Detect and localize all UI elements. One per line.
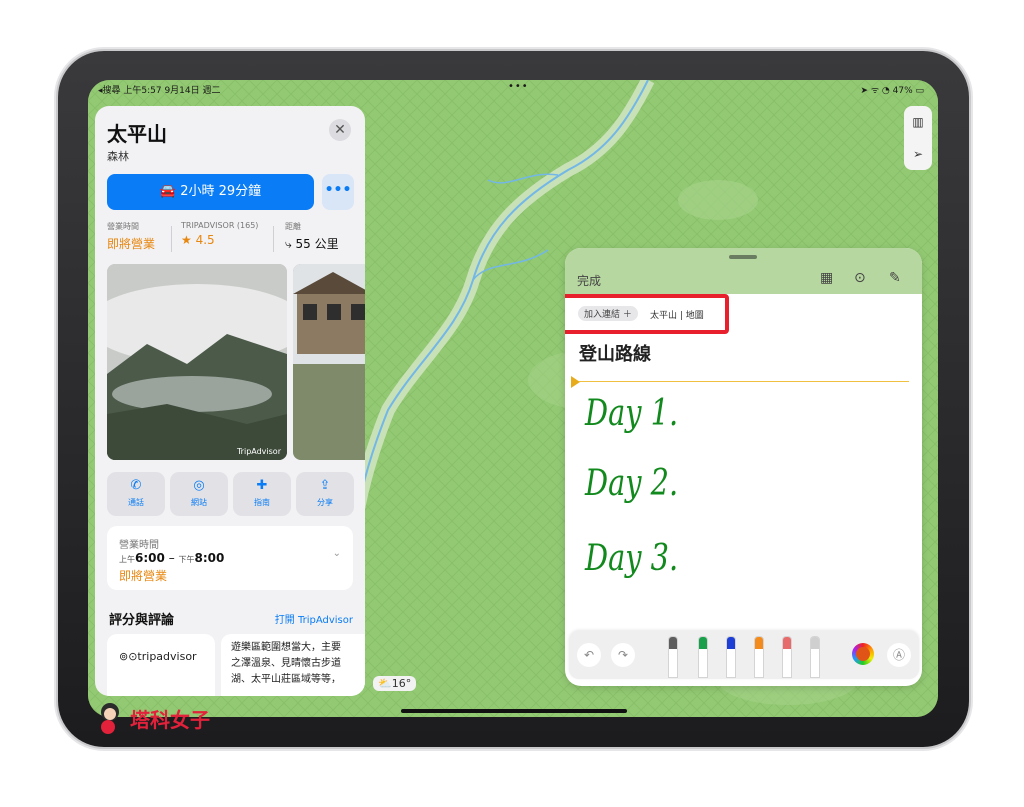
call-button[interactable]: ✆ 通話 [107, 472, 165, 516]
ruler-marker[interactable] [571, 376, 580, 388]
guide-button[interactable]: ✚ 指南 [233, 472, 291, 516]
route-icon: ⤷ [285, 237, 296, 251]
map-controls: ▥ ➢ [904, 106, 932, 170]
website-button[interactable]: ◎ 網站 [170, 472, 228, 516]
add-link-chip[interactable]: 加入連結 ＋ [578, 306, 638, 321]
reviews-title: 評分與評論 [109, 613, 175, 628]
review-card[interactable]: 遊樂區範圍想當大，主要 之澤溫泉、見晴懷古步道 湖、太平山莊區域等等， [221, 634, 365, 696]
review-line: 遊樂區範圍想當大，主要 [231, 642, 341, 653]
place-photo[interactable]: TripAdvisor [107, 264, 287, 460]
status-bar: ◂搜尋 上午5:57 9月14日 週二 ••• ➤ ᯤ ◔ 47% ▭ [88, 80, 938, 96]
done-button[interactable]: 完成 [577, 272, 601, 289]
guide-label: 指南 [254, 498, 270, 507]
info-tripadvisor[interactable]: TRIPADVISOR (165) ★ 4.5 [181, 221, 258, 247]
hours-title: 營業時間 [119, 540, 159, 551]
watermark-mascot-icon [101, 703, 119, 734]
status-right: ➤ ᯤ ◔ 47% ▭ [860, 86, 924, 96]
map-mode-icon[interactable]: ▥ [904, 106, 932, 138]
note-header: 完成 ▦ ⊙ ✎ [565, 248, 922, 294]
note-title[interactable]: 登山路線 [579, 340, 651, 366]
info-hours-value: 即將營業 [107, 237, 156, 251]
link-text[interactable]: 太平山 | 地圖 [650, 308, 704, 321]
close-button[interactable]: ✕ [329, 119, 351, 141]
info-hours-label: 營業時間 [107, 222, 139, 231]
place-photo-2[interactable] [293, 264, 365, 460]
drag-handle[interactable] [729, 255, 757, 259]
multitask-dots[interactable]: ••• [508, 81, 529, 92]
chevron-down-icon[interactable]: ⌄ [333, 548, 341, 559]
tripadvisor-card[interactable]: ⊚⊙tripadvisor [107, 634, 215, 696]
handwriting-line[interactable]: Day 3. [585, 538, 678, 579]
quick-note: 完成 ▦ ⊙ ✎ 加入連結 ＋ 太平山 | 地圖 登山路線 Day 1. Day… [565, 248, 922, 686]
place-subtitle: 森林 [107, 150, 129, 163]
share-button[interactable]: ⇪ 分享 [296, 472, 354, 516]
undo-icon[interactable]: ↶ [577, 643, 601, 667]
markup-palette: ↶ ↷ Ⓐ [569, 631, 919, 679]
review-line: 湖、太平山莊區域等等， [231, 674, 341, 685]
pencil-tool-2[interactable] [755, 637, 763, 677]
home-indicator[interactable] [401, 709, 627, 713]
place-card: 太平山 森林 ✕ 🚘 2小時 29分鐘 ••• 營業時間 即將營業 TRIPAD… [95, 106, 365, 696]
watermark-text: 塔科女子 [130, 708, 210, 732]
info-hours: 營業時間 即將營業 [107, 221, 155, 252]
divider [171, 226, 172, 252]
close-icon: ✕ [334, 122, 346, 138]
handwriting-line[interactable]: Day 2. [585, 463, 678, 504]
grid-icon[interactable]: ▦ [820, 270, 833, 286]
eraser-tool[interactable] [783, 637, 791, 677]
directions-button[interactable]: 🚘 2小時 29分鐘 [107, 174, 314, 210]
distance-label: 距離 [285, 222, 301, 231]
compose-icon[interactable]: ✎ [889, 270, 901, 286]
ruler-line [579, 381, 909, 382]
markup-icon[interactable]: Ⓐ [887, 643, 911, 667]
hours-times: 上午6:00 – 下午8:00 [119, 551, 225, 565]
color-picker[interactable] [852, 643, 874, 665]
call-label: 通話 [128, 498, 144, 507]
car-icon: 🚘 [159, 184, 181, 199]
status-left: ◂搜尋 上午5:57 9月14日 週二 [98, 86, 221, 96]
phone-icon: ✆ [130, 478, 142, 493]
info-distance: 距離 ⤷ 55 公里 [285, 221, 339, 252]
compass-icon: ◎ [193, 478, 205, 493]
website-label: 網站 [191, 498, 207, 507]
lasso-tool[interactable] [811, 637, 819, 677]
location-arrow-icon[interactable]: ➢ [904, 138, 932, 170]
redo-icon[interactable]: ↷ [611, 643, 635, 667]
divider [273, 226, 274, 252]
screen: ◂搜尋 上午5:57 9月14日 週二 ••• ➤ ᯤ ◔ 47% ▭ 太平山 … [88, 80, 938, 717]
pencil-tool[interactable] [669, 637, 677, 677]
hours-section[interactable]: 營業時間 上午6:00 – 下午8:00 即將營業 ⌄ [107, 526, 353, 590]
drive-time: 2小時 29分鐘 [180, 184, 262, 199]
photo-credit: TripAdvisor [236, 447, 281, 456]
weather-badge: ⛅16° [373, 676, 417, 691]
review-line: 之澤溫泉、見晴懷古步道 [231, 658, 341, 669]
share-icon: ⇪ [319, 478, 331, 493]
tripadvisor-rating: ★ 4.5 [181, 233, 215, 247]
share-label: 分享 [317, 498, 333, 507]
open-tripadvisor-link[interactable]: 打開 TripAdvisor [275, 611, 353, 626]
plus-icon: ✚ [256, 478, 268, 493]
distance-value: ⤷ 55 公里 [285, 237, 339, 251]
handwriting-line[interactable]: Day 1. [585, 393, 678, 434]
pen-tool[interactable] [699, 637, 707, 677]
hours-status: 即將營業 [119, 569, 168, 583]
tripadvisor-label: TRIPADVISOR (165) [181, 221, 259, 230]
more-button[interactable]: ••• [322, 174, 354, 210]
tripadvisor-logo: ⊚⊙tripadvisor [119, 650, 197, 663]
more-icon[interactable]: ⊙ [854, 270, 866, 286]
place-title: 太平山 [107, 122, 167, 146]
marker-tool[interactable] [727, 637, 735, 677]
